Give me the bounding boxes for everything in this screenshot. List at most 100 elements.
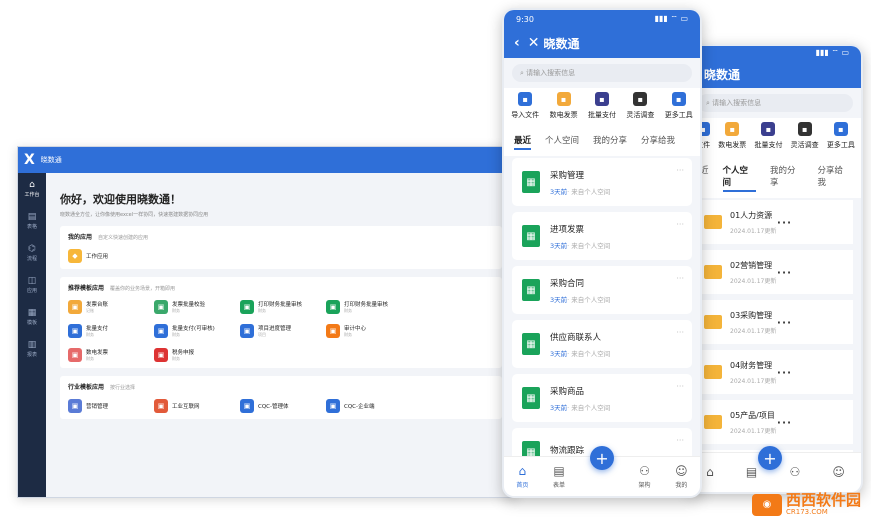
add-button[interactable]: + bbox=[590, 446, 614, 470]
more-icon[interactable]: ··· bbox=[676, 328, 684, 337]
quick-action[interactable]: ▪ 数电发票 bbox=[718, 122, 746, 150]
app-tile[interactable]: ▣ 数电发票 财务 bbox=[68, 348, 154, 362]
app-tile[interactable]: ▣ 项目进度管理 项目 bbox=[240, 324, 326, 338]
app-tile[interactable]: ▣ 发票批量校验 财务 bbox=[154, 300, 240, 314]
back-icon[interactable]: ‹ bbox=[514, 35, 520, 51]
folder-item[interactable]: 03采购管理 2024.01.17更新 ··· bbox=[698, 300, 853, 344]
nav-org[interactable]: ⚇ 架构 bbox=[638, 464, 650, 489]
app-tile[interactable]: ▣ 审计中心 财务 bbox=[326, 324, 412, 338]
nav-form[interactable]: ▤ bbox=[746, 465, 757, 481]
phone-main: 9:30 ▮▮▮ ⌔ ▭ ‹ ✕ 晓数通 ⌕ 请输入搜索信息 ▪ 导入文件 ▪ 数电发票 ▪ 批… bbox=[502, 8, 702, 498]
sidebar-item-app[interactable]: ◫ 应用 bbox=[18, 269, 46, 301]
add-button[interactable]: + bbox=[758, 446, 782, 470]
file-item[interactable]: ▦ 采购合同 3天前· 来自个人空间 ··· bbox=[512, 266, 692, 314]
sidebar-item-report[interactable]: ▥ 报表 bbox=[18, 333, 46, 365]
app-tile[interactable]: ▣ CQC-企业端 bbox=[326, 399, 412, 413]
folder-name: 03采购管理 bbox=[730, 310, 773, 320]
more-icon[interactable]: ··· bbox=[776, 213, 791, 232]
desktop-window: X 晓数通 ⌂ 工作台 ▤ 表格 ⌬ 流程 ◫ 应用 ▦ 模板 ▥ 报表 你好，欢迎使用晓数… bbox=[17, 146, 517, 498]
file-time: 3天前 bbox=[550, 349, 568, 358]
folder-item[interactable]: 05产品/项目 2024.01.17更新 ··· bbox=[698, 400, 853, 444]
nav-org[interactable]: ⚇ bbox=[789, 465, 800, 481]
tab[interactable]: 我的分享 bbox=[770, 164, 804, 192]
app-category: 财务 bbox=[86, 356, 94, 361]
app-icon: ▣ bbox=[68, 348, 82, 362]
file-source: · 来自个人空间 bbox=[567, 349, 611, 358]
quick-action[interactable]: ▪ 灵活调查 bbox=[626, 92, 654, 120]
quick-action[interactable]: ▪ 导入文件 bbox=[511, 92, 539, 120]
section-title: 行业模板应用 按行业选择 bbox=[68, 384, 136, 391]
app-tile[interactable]: ▣ 税务申报 财务 bbox=[154, 348, 240, 362]
app-tile[interactable]: ◆ 工作应用 bbox=[68, 249, 154, 263]
quick-action[interactable]: ▪ 批量支付 bbox=[588, 92, 616, 120]
app-tile[interactable]: ▣ 批量支付 财务 bbox=[68, 324, 154, 338]
tab[interactable]: 我的分享 bbox=[593, 134, 627, 150]
sheet-icon: ▦ bbox=[522, 225, 540, 247]
more-icon[interactable]: ··· bbox=[676, 436, 684, 445]
greeting-subtitle: 晓数通全方位，让你像使用excel一样协同，快速搭建数据协同应用 bbox=[60, 212, 209, 218]
sidebar-item-workbench[interactable]: ⌂ 工作台 bbox=[18, 173, 46, 205]
search-input[interactable]: ⌕ 请输入搜索信息 bbox=[698, 94, 853, 112]
app-icon: ▣ bbox=[240, 300, 254, 314]
more-icon[interactable]: ··· bbox=[676, 220, 684, 229]
app-tile[interactable]: ▣ 营销管理 bbox=[68, 399, 154, 413]
sidebar-item-template[interactable]: ▦ 模板 bbox=[18, 301, 46, 333]
quick-action[interactable]: ▪ 灵活调查 bbox=[791, 122, 819, 150]
quick-action[interactable]: ▪ 更多工具 bbox=[827, 122, 855, 150]
nav-home[interactable]: ⌂ 首页 bbox=[516, 464, 528, 489]
folder-meta: 2024.01.17更新 bbox=[730, 327, 777, 335]
app-tile[interactable]: ▣ 打印财务批量审核 财务 bbox=[240, 300, 326, 314]
quick-action[interactable]: ▪ 数电发票 bbox=[550, 92, 578, 120]
quick-action[interactable]: ▪ 批量支付 bbox=[754, 122, 782, 150]
file-item[interactable]: ▦ 供应商联系人 3天前· 来自个人空间 ··· bbox=[512, 320, 692, 368]
more-icon[interactable]: ··· bbox=[776, 263, 791, 282]
app-icon: ▣ bbox=[154, 348, 168, 362]
nav-me[interactable]: ☺ bbox=[832, 465, 845, 481]
folder-meta: 2024.01.17更新 bbox=[730, 227, 777, 235]
folder-name: 05产品/项目 bbox=[730, 410, 775, 420]
quick-action-icon: ▪ bbox=[671, 92, 686, 106]
app-logo: X bbox=[24, 152, 35, 168]
phone-header: ▮▮▮ ⌔ ▭ 晓数通 bbox=[690, 46, 861, 88]
file-name: 进项发票 bbox=[550, 224, 585, 235]
more-icon[interactable]: ··· bbox=[776, 363, 791, 382]
file-item[interactable]: ▦ 采购管理 3天前· 来自个人空间 ··· bbox=[512, 158, 692, 206]
more-icon[interactable]: ··· bbox=[776, 313, 791, 332]
file-item[interactable]: ▦ 进项发票 3天前· 来自个人空间 ··· bbox=[512, 212, 692, 260]
file-name: 物流跟踪 bbox=[550, 445, 585, 456]
nav-me[interactable]: ☺ 我的 bbox=[675, 464, 688, 489]
app-name: 批量支付 bbox=[86, 326, 109, 332]
folder-item[interactable]: 02营销管理 2024.01.17更新 ··· bbox=[698, 250, 853, 294]
app-tile[interactable]: ▣ CQC-管理体 bbox=[240, 399, 326, 413]
app-tile[interactable]: ▣ 发票台账 记账 bbox=[68, 300, 154, 314]
app-tile[interactable]: ▣ 批量支付(可审核) 财务 bbox=[154, 324, 240, 338]
more-icon[interactable]: ··· bbox=[676, 274, 684, 283]
more-icon[interactable]: ··· bbox=[776, 413, 791, 432]
tab[interactable]: 分享给我 bbox=[818, 164, 852, 192]
app-category: 记账 bbox=[86, 308, 94, 313]
app-name: 项目进度管理 bbox=[258, 326, 292, 332]
tab[interactable]: 个人空间 bbox=[722, 164, 757, 192]
app-tile[interactable]: ▣ 工业互联网 bbox=[154, 399, 240, 413]
more-icon[interactable]: ··· bbox=[676, 166, 684, 175]
file-item[interactable]: ▦ 采购商品 3天前· 来自个人空间 ··· bbox=[512, 374, 692, 422]
file-name: 采购管理 bbox=[550, 170, 585, 181]
search-input[interactable]: ⌕ 请输入搜索信息 bbox=[512, 64, 692, 82]
nav-home[interactable]: ⌂ bbox=[706, 465, 714, 481]
app-title: 晓数通 bbox=[40, 156, 62, 164]
folder-item[interactable]: 01人力资源 2024.01.17更新 ··· bbox=[698, 200, 853, 244]
sidebar-item-flow[interactable]: ⌬ 流程 bbox=[18, 237, 46, 269]
file-source: · 来自个人空间 bbox=[567, 187, 611, 196]
tab[interactable]: 分享给我 bbox=[641, 134, 675, 150]
quick-action-label: 灵活调查 bbox=[790, 141, 819, 149]
app-tile[interactable]: ▣ 打印财务批量审核 财务 bbox=[326, 300, 412, 314]
sidebar-item-table[interactable]: ▤ 表格 bbox=[18, 205, 46, 237]
more-icon[interactable]: ··· bbox=[676, 382, 684, 391]
nav-form[interactable]: ▤ 表单 bbox=[553, 464, 565, 489]
quick-action[interactable]: ▪ 更多工具 bbox=[665, 92, 693, 120]
user-icon: ☺ bbox=[832, 464, 845, 479]
file-time: 3天前 bbox=[550, 403, 568, 412]
folder-item[interactable]: 04财务管理 2024.01.17更新 ··· bbox=[698, 350, 853, 394]
tab[interactable]: 个人空间 bbox=[545, 134, 579, 150]
tab[interactable]: 最近 bbox=[514, 134, 532, 150]
